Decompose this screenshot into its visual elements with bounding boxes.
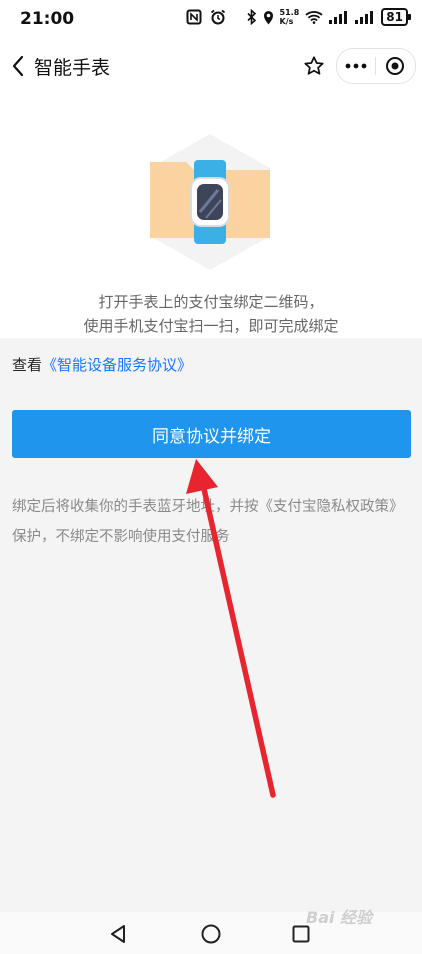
location-icon [263, 10, 273, 24]
agree-and-bind-button[interactable]: 同意协议并绑定 [12, 410, 411, 458]
favorite-button[interactable] [298, 50, 330, 82]
more-dots-icon [345, 63, 367, 69]
nav-home-icon[interactable] [200, 923, 222, 945]
hero-line-2: 使用手机支付宝扫一扫，即可完成绑定 [83, 317, 339, 335]
agreement-row: 查看 《智能设备服务协议》 [0, 338, 422, 390]
status-time: 21:00 [20, 9, 75, 29]
chevron-left-icon [12, 55, 24, 77]
nfc-icon [186, 9, 202, 25]
network-speed-value: 51.8 [279, 8, 300, 17]
target-close-icon [386, 57, 404, 75]
hero-line-1: 打开手表上的支付宝绑定二维码， [98, 293, 324, 311]
hero-section: 打开手表上的支付宝绑定二维码， 使用手机支付宝扫一扫，即可完成绑定 [0, 94, 422, 338]
network-speed: 51.8 K/s [280, 8, 300, 26]
signal-2-icon [355, 10, 374, 24]
privacy-notice: 绑定后将收集你的手表蓝牙地址，并按《支付宝隐私权政策》保护，不绑定不影响使用支付… [12, 499, 404, 545]
service-agreement-link[interactable]: 《智能设备服务协议》 [42, 354, 192, 375]
signal-1-icon [329, 10, 348, 24]
alarm-icon [210, 9, 226, 25]
bluetooth-icon [246, 9, 256, 25]
more-button[interactable] [337, 49, 375, 83]
agreement-prefix: 查看 [12, 355, 43, 374]
watermark: Bai 经验 [306, 908, 373, 927]
status-system-icons: 51.8 K/s 81 [246, 8, 411, 26]
mini-app-capsule [336, 48, 416, 84]
close-mini-app-button[interactable] [376, 49, 414, 83]
smartwatch-illustration-icon [150, 134, 270, 270]
status-bar: 21:00 51.8 K/s 81 [0, 0, 422, 38]
star-icon [304, 56, 324, 75]
page-title: 智能手表 [34, 57, 111, 79]
wifi-icon [305, 11, 323, 24]
nav-back-icon[interactable] [108, 924, 128, 944]
back-button[interactable] [6, 52, 30, 80]
status-notification-icons [186, 9, 226, 25]
hero-instructions: 打开手表上的支付宝绑定二维码， 使用手机支付宝扫一扫，即可完成绑定 [0, 290, 422, 338]
app-header: 智能手表 [0, 38, 422, 94]
network-speed-unit: K/s [279, 17, 294, 26]
battery-indicator: 81 [381, 8, 411, 26]
